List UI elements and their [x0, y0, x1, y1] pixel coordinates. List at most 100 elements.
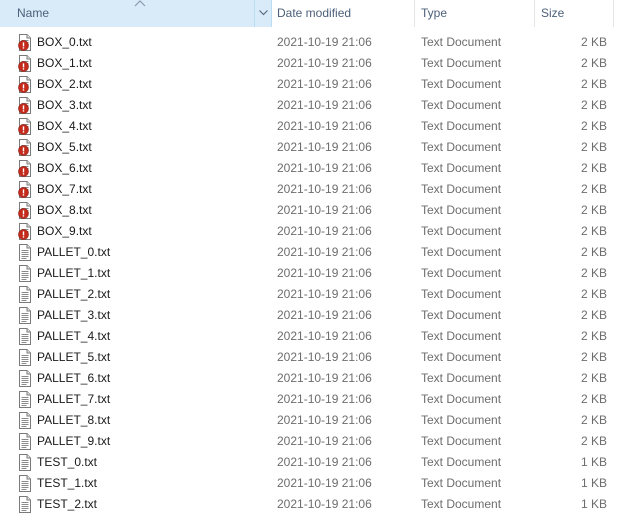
file-row[interactable]: BOX_1.txt 2021-10-19 21:06 Text Document 2 … — [0, 53, 630, 74]
file-row[interactable]: TEST_1.txt 2021-10-19 21:06 Text Document 1… — [0, 473, 630, 494]
file-size: 2 KB — [580, 224, 607, 238]
text-file-warning-icon — [17, 118, 33, 135]
file-date-modified: 2021-10-19 21:06 — [277, 245, 372, 259]
file-row[interactable]: PALLET_2.txt 2021-10-19 21:06 Text Documen… — [0, 284, 630, 305]
file-name: TEST_1.txt — [37, 476, 98, 490]
file-row[interactable]: BOX_4.txt 2021-10-19 21:06 Text Document 2 … — [0, 116, 630, 137]
file-type: Text Document — [421, 182, 502, 196]
file-date-modified: 2021-10-19 21:06 — [277, 476, 372, 490]
file-date-modified: 2021-10-19 21:06 — [277, 224, 372, 238]
file-date-modified: 2021-10-19 21:06 — [277, 371, 372, 385]
file-row[interactable]: PALLET_7.txt 2021-10-19 21:06 Text Documen… — [0, 389, 630, 410]
file-size: 2 KB — [580, 182, 607, 196]
file-size: 2 KB — [580, 329, 607, 343]
text-file-icon — [17, 244, 33, 261]
file-row[interactable]: PALLET_6.txt 2021-10-19 21:06 Text Documen… — [0, 368, 630, 389]
file-size: 2 KB — [580, 350, 607, 364]
text-file-icon — [17, 349, 33, 366]
file-name: PALLET_9.txt — [37, 434, 111, 448]
file-name: BOX_0.txt — [37, 35, 92, 49]
file-date-modified: 2021-10-19 21:06 — [277, 98, 372, 112]
file-type: Text Document — [421, 371, 502, 385]
file-type: Text Document — [421, 245, 502, 259]
file-date-modified: 2021-10-19 21:06 — [277, 308, 372, 322]
file-row[interactable]: BOX_8.txt 2021-10-19 21:06 Text Document 2 … — [0, 200, 630, 221]
file-row[interactable]: BOX_2.txt 2021-10-19 21:06 Text Document 2 … — [0, 74, 630, 95]
file-name: PALLET_4.txt — [37, 329, 111, 343]
text-file-warning-icon — [17, 139, 33, 156]
file-list: BOX_0.txt 2021-10-19 21:06 Text Document 2 … — [0, 32, 630, 515]
file-name: BOX_2.txt — [37, 77, 92, 91]
file-date-modified: 2021-10-19 21:06 — [277, 182, 372, 196]
file-name: BOX_6.txt — [37, 161, 92, 175]
file-type: Text Document — [421, 266, 502, 280]
column-header-date-label: Date modified — [277, 6, 352, 20]
file-name: BOX_4.txt — [37, 119, 92, 133]
file-size: 2 KB — [580, 266, 607, 280]
column-header-name-label: Name — [17, 6, 50, 20]
file-name: PALLET_5.txt — [37, 350, 111, 364]
file-size: 2 KB — [580, 308, 607, 322]
file-date-modified: 2021-10-19 21:06 — [277, 119, 372, 133]
file-name: PALLET_1.txt — [37, 266, 111, 280]
file-date-modified: 2021-10-19 21:06 — [277, 434, 372, 448]
file-row[interactable]: BOX_3.txt 2021-10-19 21:06 Text Document 2 … — [0, 95, 630, 116]
file-row[interactable]: PALLET_0.txt 2021-10-19 21:06 Text Documen… — [0, 242, 630, 263]
sort-ascending-icon — [134, 0, 146, 7]
file-type: Text Document — [421, 497, 502, 511]
text-file-warning-icon — [17, 34, 33, 51]
file-size: 2 KB — [580, 35, 607, 49]
column-header-type[interactable]: Type — [415, 0, 535, 27]
file-row[interactable]: BOX_6.txt 2021-10-19 21:06 Text Document 2 … — [0, 158, 630, 179]
file-name: TEST_0.txt — [37, 455, 98, 469]
file-row[interactable]: PALLET_9.txt 2021-10-19 21:06 Text Documen… — [0, 431, 630, 452]
file-type: Text Document — [421, 476, 502, 490]
text-file-icon — [17, 286, 33, 303]
file-type: Text Document — [421, 56, 502, 70]
file-date-modified: 2021-10-19 21:06 — [277, 56, 372, 70]
file-name: BOX_9.txt — [37, 224, 92, 238]
file-type: Text Document — [421, 287, 502, 301]
file-row[interactable]: BOX_9.txt 2021-10-19 21:06 Text Document 2 … — [0, 221, 630, 242]
file-row[interactable]: PALLET_5.txt 2021-10-19 21:06 Text Documen… — [0, 347, 630, 368]
file-size: 2 KB — [580, 203, 607, 217]
file-type: Text Document — [421, 77, 502, 91]
file-name: PALLET_6.txt — [37, 371, 111, 385]
file-row[interactable]: BOX_7.txt 2021-10-19 21:06 Text Document 2 … — [0, 179, 630, 200]
file-row[interactable]: PALLET_3.txt 2021-10-19 21:06 Text Documen… — [0, 305, 630, 326]
file-row[interactable]: PALLET_1.txt 2021-10-19 21:06 Text Documen… — [0, 263, 630, 284]
text-file-warning-icon — [17, 181, 33, 198]
file-date-modified: 2021-10-19 21:06 — [277, 140, 372, 154]
file-row[interactable]: PALLET_4.txt 2021-10-19 21:06 Text Documen… — [0, 326, 630, 347]
file-size: 1 KB — [580, 497, 607, 511]
file-size: 2 KB — [580, 434, 607, 448]
file-row[interactable]: BOX_5.txt 2021-10-19 21:06 Text Document 2 … — [0, 137, 630, 158]
file-size: 2 KB — [580, 77, 607, 91]
file-size: 2 KB — [580, 140, 607, 154]
file-date-modified: 2021-10-19 21:06 — [277, 161, 372, 175]
file-type: Text Document — [421, 434, 502, 448]
file-type: Text Document — [421, 455, 502, 469]
text-file-icon — [17, 454, 33, 471]
file-name: BOX_7.txt — [37, 182, 92, 196]
column-header-size[interactable]: Size — [535, 0, 614, 27]
file-row[interactable]: TEST_0.txt 2021-10-19 21:06 Text Document 1… — [0, 452, 630, 473]
file-row[interactable]: TEST_2.txt 2021-10-19 21:06 Text Document 1… — [0, 494, 630, 515]
file-name: PALLET_2.txt — [37, 287, 111, 301]
file-size: 2 KB — [580, 56, 607, 70]
file-type: Text Document — [421, 98, 502, 112]
file-date-modified: 2021-10-19 21:06 — [277, 35, 372, 49]
file-type: Text Document — [421, 161, 502, 175]
file-name: TEST_2.txt — [37, 497, 98, 511]
file-date-modified: 2021-10-19 21:06 — [277, 266, 372, 280]
text-file-icon — [17, 370, 33, 387]
column-header-name[interactable]: Name — [0, 0, 272, 27]
file-name: PALLET_0.txt — [37, 245, 111, 259]
file-row[interactable]: PALLET_8.txt 2021-10-19 21:06 Text Documen… — [0, 410, 630, 431]
column-header-date-modified[interactable]: Date modified — [272, 0, 415, 27]
column-filter-dropdown-button[interactable] — [254, 0, 271, 27]
file-row[interactable]: BOX_0.txt 2021-10-19 21:06 Text Document 2 … — [0, 32, 630, 53]
file-size: 2 KB — [580, 119, 607, 133]
file-name: BOX_3.txt — [37, 98, 92, 112]
text-file-warning-icon — [17, 223, 33, 240]
